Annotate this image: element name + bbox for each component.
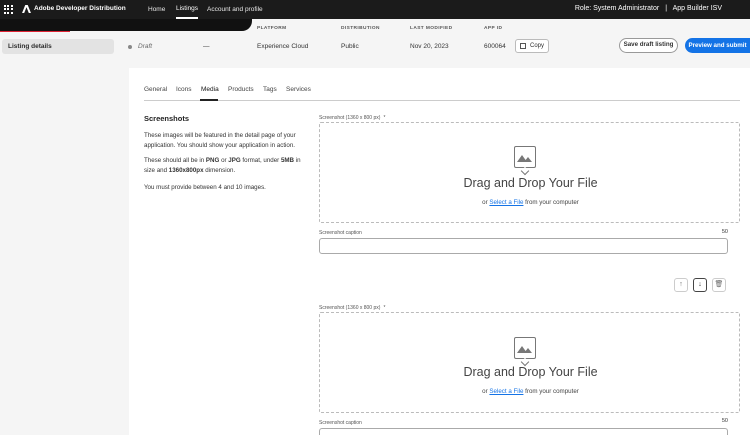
last-modified-value: Nov 20, 2023	[410, 43, 449, 50]
caption-label-1: Screenshot caption	[319, 230, 362, 236]
preview-submit-button[interactable]: Preview and submit	[685, 38, 750, 53]
separator: |	[665, 5, 668, 12]
brand-name: Adobe Developer Distribution	[34, 5, 126, 12]
select-file-link[interactable]: Select a File	[489, 199, 523, 206]
platform-value: Experience Cloud	[257, 43, 309, 50]
desc-text: format, under	[240, 157, 281, 164]
move-down-button[interactable]: ↓	[693, 278, 707, 292]
status-badge: Draft	[138, 43, 153, 50]
adobe-logo-icon	[22, 5, 31, 13]
caption-input-2[interactable]	[319, 428, 728, 435]
status-dot	[128, 45, 132, 49]
copy-label: Copy	[530, 43, 545, 49]
col-last-modified: LAST MODIFIED	[410, 26, 453, 31]
save-draft-button[interactable]: Save draft listing	[619, 38, 678, 53]
required-marker: *	[383, 305, 386, 311]
tab-services[interactable]: Services	[286, 86, 311, 93]
caption-input-1[interactable]	[319, 238, 728, 254]
tab-products[interactable]: Products	[228, 86, 254, 93]
desc-text: dimension.	[203, 167, 236, 174]
format-png: PNG	[205, 157, 220, 164]
required-marker: *	[383, 115, 386, 121]
col-app-id: APP ID	[484, 26, 503, 31]
dropzone-2[interactable]: Drag and Drop Your File or Select a File…	[319, 312, 740, 413]
caption-counter-1: 50	[721, 229, 728, 235]
distribution-value: Public	[341, 43, 359, 50]
top-bar: Adobe Developer Distribution Home Listin…	[0, 0, 750, 19]
move-up-button[interactable]: ↑	[674, 278, 688, 292]
caption-counter-2: 50	[721, 418, 728, 424]
app-switcher-icon[interactable]	[4, 5, 13, 14]
screenshot-label-2: Screenshot (1360 x 800 px) *	[319, 305, 385, 311]
nav-home[interactable]: Home	[148, 0, 165, 19]
tab-icons[interactable]: Icons	[176, 86, 192, 93]
col-distribution: DISTRIBUTION	[341, 26, 380, 31]
col-platform: PLATFORM	[257, 26, 287, 31]
role-org[interactable]: Role: System Administrator | App Builder…	[575, 5, 722, 12]
description-1: These images will be featured in the det…	[144, 132, 296, 149]
from-text: from your computer	[523, 388, 579, 395]
drop-title: Drag and Drop Your File	[463, 365, 598, 379]
from-text: from your computer	[523, 199, 579, 206]
sidebar-item-listing-details[interactable]: Listing details	[2, 39, 114, 54]
image-upload-icon	[514, 146, 536, 176]
org-label: App Builder ISV	[672, 5, 722, 12]
screenshot-label-1: Screenshot (1360 x 800 px) *	[319, 115, 385, 121]
dimension-value: 1360x800px	[168, 167, 204, 174]
label-text: Screenshot (1360 x 800 px)	[319, 305, 381, 311]
description-3: You must provide between 4 and 10 images…	[144, 184, 266, 191]
red-underline	[0, 31, 70, 32]
copy-button[interactable]: Copy	[515, 39, 549, 53]
delete-button[interactable]: 🗑	[712, 278, 726, 292]
role-label: Role: System Administrator	[574, 5, 660, 12]
drop-title: Drag and Drop Your File	[463, 176, 598, 190]
redacted-area	[0, 19, 252, 31]
caption-label-2: Screenshot caption	[319, 420, 362, 426]
section-title: Screenshots	[144, 114, 190, 123]
copy-icon	[520, 43, 526, 49]
active-tab-indicator	[200, 99, 218, 101]
app-id-value: 600064	[484, 43, 506, 50]
size-limit: 5MB	[280, 157, 295, 164]
tab-media[interactable]: Media	[201, 86, 219, 93]
label-text: Screenshot (1360 x 800 px)	[319, 115, 381, 121]
nav-account-profile[interactable]: Account and profile	[207, 0, 263, 19]
desc-text: or	[219, 157, 229, 164]
select-file-link[interactable]: Select a File	[489, 388, 523, 395]
format-jpg: JPG	[228, 157, 241, 164]
dropzone-1[interactable]: Drag and Drop Your File or Select a File…	[319, 122, 740, 223]
tab-tags[interactable]: Tags	[263, 86, 277, 93]
nav-listings[interactable]: Listings	[176, 0, 199, 19]
listing-dash: —	[203, 43, 210, 50]
desc-text: These should all be in	[144, 157, 206, 164]
drop-subtitle: or Select a File from your computer	[320, 199, 741, 206]
drop-subtitle: or Select a File from your computer	[320, 388, 741, 395]
image-upload-icon	[514, 337, 536, 367]
description-2: These should all be in PNG or JPG format…	[144, 156, 304, 176]
tab-general[interactable]: General	[144, 86, 167, 93]
